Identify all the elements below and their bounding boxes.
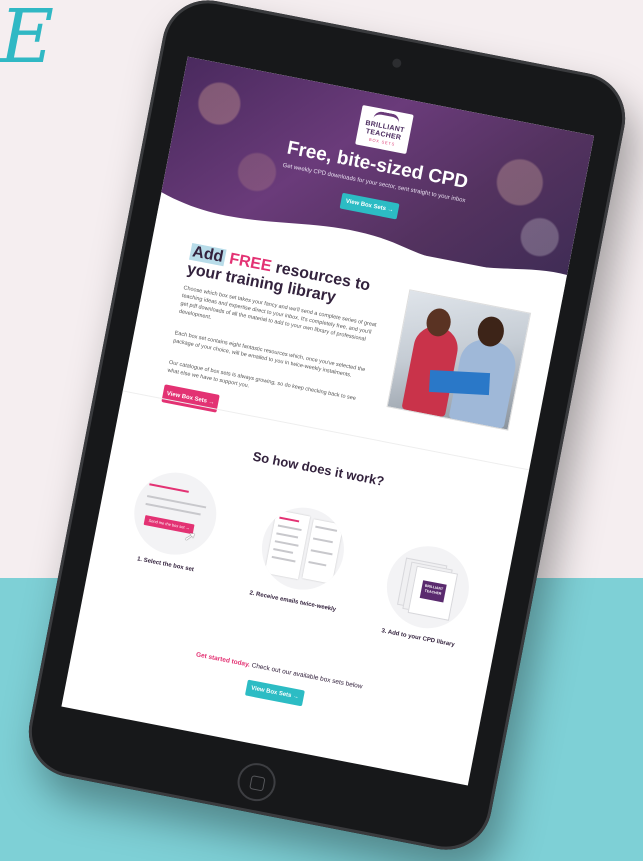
step-1-illustration: Send me the box set → ➚ [127, 465, 224, 562]
step-3-illustration: BRILLIANT TEACHER [379, 539, 476, 636]
hero-view-box-sets-button[interactable]: View Box Sets → [339, 192, 400, 220]
inbox-line [274, 540, 299, 547]
home-button[interactable] [234, 759, 279, 805]
step-1-label: 1. Select the box set [136, 556, 195, 574]
teacher-photo [386, 289, 532, 431]
get-started-highlight: Get started today. [195, 651, 251, 669]
email-line [308, 561, 327, 567]
email-line [312, 537, 333, 544]
inbox-line [273, 548, 294, 554]
photo-blue-folder [429, 369, 491, 396]
book-stack-icon: BRILLIANT TEACHER [396, 557, 459, 621]
book-front: BRILLIANT TEACHER [407, 565, 459, 621]
book-badge-logo: BRILLIANT TEACHER [419, 580, 447, 603]
step-3-label: 3. Add to your CPD library [380, 628, 456, 649]
cta-view-box-sets-button[interactable]: View Box Sets → [244, 679, 305, 707]
brand-letter-logo: E [0, 0, 55, 80]
step-2-email-panel [302, 519, 344, 584]
email-line [315, 525, 338, 532]
brilliant-teacher-logo: BRILLIANT TEACHER BOX SETS [355, 104, 414, 155]
camera-icon [391, 57, 403, 69]
inbox-line [276, 532, 299, 539]
inbox-line [279, 516, 300, 523]
step-2-label: 2. Receive emails twice-weekly [248, 590, 337, 614]
inbox-line [271, 555, 296, 563]
tablet-screen: BRILLIANT TEACHER BOX SETS Free, bite-si… [61, 56, 595, 786]
cursor-icon: ➚ [182, 526, 198, 545]
step-1-tab-line [149, 483, 189, 493]
email-line [310, 549, 333, 556]
step-2-illustration [254, 500, 352, 597]
inbox-line [277, 524, 302, 532]
